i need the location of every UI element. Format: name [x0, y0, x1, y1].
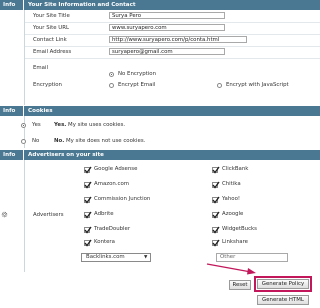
site-title-input[interactable]: Surya Pero [109, 12, 225, 19]
ads-left-label-3: Adbrite [94, 211, 114, 217]
cookies-yes-row: Yes Yes. My site uses cookies. [21, 120, 320, 133]
cookies-yes-radio[interactable] [21, 123, 26, 128]
ads-left-label-4: TradeDoubler [94, 226, 131, 232]
chevron-down-icon: ▼ [144, 255, 148, 260]
cookies-section-header: Info Cookies [0, 106, 320, 116]
ads-left-checkbox-1[interactable] [84, 181, 92, 189]
cookies-no-radio[interactable] [21, 139, 26, 144]
no-encryption-radio[interactable] [109, 72, 114, 77]
ads-left-label-2: Commission Junction [94, 196, 151, 202]
generate-policy-button[interactable]: Generate Policy [257, 279, 309, 289]
cookies-no-description: No. My site does not use cookies. [54, 138, 145, 144]
ads-right-checkbox-0[interactable] [212, 166, 220, 174]
advertisers-label: Advertisers [33, 212, 64, 218]
ads-left-checkbox-2[interactable] [84, 196, 92, 204]
generate-html-button[interactable]: Generate HTML [257, 295, 309, 305]
email-input[interactable]: suryapero@gmail.com [109, 48, 225, 55]
site-url-input[interactable]: www.suryapero.com [109, 24, 225, 31]
check-icon [212, 166, 220, 174]
site-url-row: Your Site URL www.suryapero.com [25, 23, 320, 35]
cookies-yes-label: Yes [32, 122, 41, 128]
encryption-label-2: Encryption [33, 82, 62, 88]
check-icon [212, 196, 220, 204]
cookies-no-text: My site does not use cookies. [64, 138, 146, 144]
check-icon [84, 211, 92, 219]
cookies-yes-description: Yes. My site uses cookies. [54, 122, 125, 128]
ads-section-header-left: Info [0, 150, 24, 160]
advertiser-select[interactable]: Backlinks.com ▼ [81, 253, 151, 262]
check-icon [84, 181, 92, 189]
cookies-no-bold: No. [54, 138, 65, 144]
encryption-row: Email Encryption No Encryption Encrypt E… [25, 59, 320, 105]
ads-right-checkbox-1[interactable] [212, 181, 220, 189]
ads-right-label-5: Linkshare [222, 239, 248, 245]
info-gutter [0, 10, 25, 105]
info-section-header-left: Info [0, 0, 24, 10]
reset-button[interactable]: Reset [229, 280, 251, 290]
ads-right-checkbox-2[interactable] [212, 196, 220, 204]
ads-left-checkbox-4[interactable] [84, 226, 92, 234]
ads-right-label-4: WidgetBucks [222, 226, 257, 232]
contact-link-label: Contact Link [33, 37, 67, 43]
ads-right-label-3: Azoogle [222, 211, 244, 217]
site-title-row: Your Site Title Surya Pero [25, 11, 320, 23]
check-icon [212, 211, 220, 219]
cookies-no-label: No [32, 138, 40, 144]
contact-link-row: Contact Link http://www.suryapero.com/p/… [25, 35, 320, 47]
cookies-section-title: Cookies [28, 108, 53, 114]
site-url-label: Your Site URL [33, 25, 69, 31]
check-icon [84, 226, 92, 234]
cookies-yes-text: My site uses cookies. [66, 122, 126, 128]
ads-right-label-2: Yahoo! [222, 196, 241, 202]
advertiser-select-value: Backlinks.com [86, 254, 125, 260]
ads-left-label-1: Amazon.com [94, 181, 130, 187]
site-title-label: Your Site Title [33, 13, 70, 19]
ads-right-label-1: Chitika [222, 181, 241, 187]
ads-right-checkbox-5[interactable] [212, 239, 220, 247]
check-icon [84, 239, 92, 247]
ads-left-checkbox-0[interactable] [84, 166, 92, 174]
contact-link-input[interactable]: http://www.suryapero.com/p/conta.html [109, 36, 247, 43]
encryption-label-1: Email [33, 65, 48, 71]
ads-section-header: Info Advertisers on your site [0, 150, 320, 160]
ads-left-checkbox-5[interactable] [84, 239, 92, 247]
check-icon [212, 226, 220, 234]
ads-left-label-0: Google Adsense [94, 166, 138, 172]
encrypt-js-label: Encrypt with JavaScript [226, 82, 289, 88]
ads-right-checkbox-4[interactable] [212, 226, 220, 234]
ads-right-label-0: ClickBank [222, 166, 249, 172]
ads-section-title: Advertisers on your site [28, 152, 104, 158]
email-label: Email Address [33, 49, 72, 55]
info-section-header: Info Your Site Information and Contact [0, 0, 320, 10]
check-icon [212, 181, 220, 189]
email-row: Email Address suryapero@gmail.com [25, 47, 320, 59]
ads-left-checkbox-3[interactable] [84, 211, 92, 219]
ads-right-checkbox-3[interactable] [212, 211, 220, 219]
ads-left-label-5: Kontera [94, 239, 115, 245]
info-section-title: Your Site Information and Contact [28, 2, 136, 8]
encrypt-email-radio[interactable] [109, 83, 114, 88]
pointer-arrow-icon [206, 263, 256, 275]
encrypt-email-label: Encrypt Email [118, 82, 156, 88]
cookies-section-header-left: Info [0, 106, 24, 116]
check-icon [212, 239, 220, 247]
gear-icon [1, 211, 8, 218]
check-icon [84, 196, 92, 204]
check-icon [84, 166, 92, 174]
encrypt-js-radio[interactable] [217, 83, 222, 88]
cookies-yes-bold: Yes. [54, 122, 67, 128]
cookies-no-row: No No. My site does not use cookies. [21, 136, 320, 148]
no-encryption-label: No Encryption [118, 71, 156, 77]
